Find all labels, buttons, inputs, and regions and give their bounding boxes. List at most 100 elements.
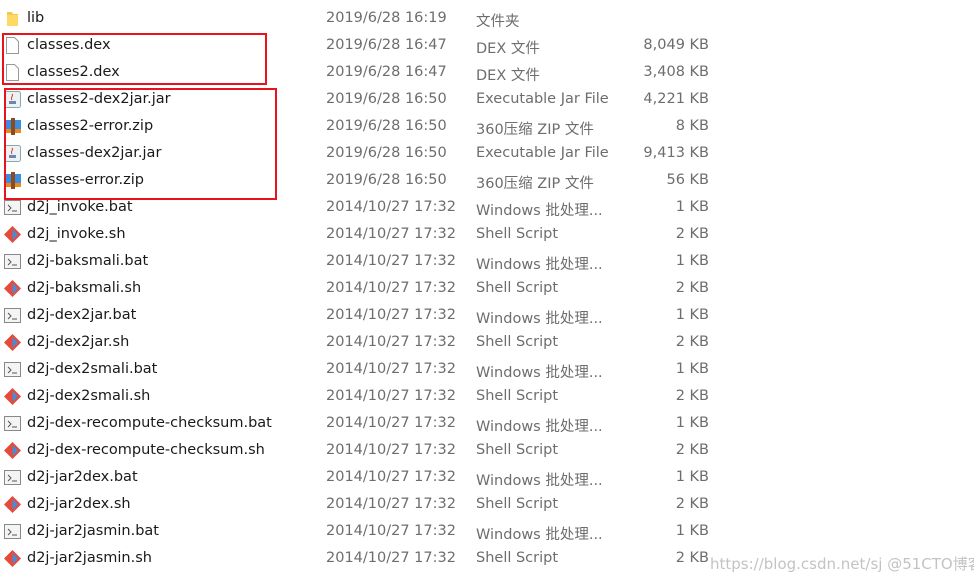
- file-size: 1 KB: [675, 415, 709, 431]
- file-row[interactable]: d2j-jar2dex.sh 2014/10/27 17:32 Shell Sc…: [0, 491, 974, 518]
- bat-icon: [4, 253, 21, 270]
- file-name: d2j-dex2jar.sh: [27, 334, 130, 350]
- file-date: 2014/10/27 17:32: [326, 226, 456, 242]
- file-name: d2j-dex-recompute-checksum.sh: [27, 442, 265, 458]
- sh-icon: [4, 334, 21, 351]
- file-size: 8,049 KB: [643, 37, 709, 53]
- file-row[interactable]: d2j-dex-recompute-checksum.sh 2014/10/27…: [0, 437, 974, 464]
- file-type: Shell Script: [476, 226, 559, 242]
- file-type: Executable Jar File: [476, 145, 609, 161]
- bat-icon: [4, 523, 21, 540]
- file-date: 2014/10/27 17:32: [326, 388, 456, 404]
- file-size: 3,408 KB: [643, 64, 709, 80]
- bat-icon: [4, 361, 21, 378]
- sh-icon: [4, 442, 21, 459]
- file-type: Shell Script: [476, 388, 559, 404]
- file-type: Executable Jar File: [476, 91, 609, 107]
- file-date: 2014/10/27 17:32: [326, 550, 456, 566]
- file-type: Shell Script: [476, 442, 559, 458]
- sh-icon: [4, 280, 21, 297]
- file-row[interactable]: d2j-dex2smali.bat 2014/10/27 17:32 Windo…: [0, 356, 974, 383]
- file-name: d2j-jar2jasmin.bat: [27, 523, 159, 539]
- bat-icon: [4, 415, 21, 432]
- file-date: 2014/10/27 17:32: [326, 253, 456, 269]
- file-type: Windows 批处理...: [476, 203, 603, 219]
- file-size: 2 KB: [675, 496, 709, 512]
- file-date: 2014/10/27 17:32: [326, 415, 456, 431]
- file-name: d2j-dex2smali.sh: [27, 388, 151, 404]
- file-date: 2014/10/27 17:32: [326, 523, 456, 539]
- file-type: Shell Script: [476, 550, 559, 566]
- file-size: 2 KB: [675, 388, 709, 404]
- file-name: d2j-dex-recompute-checksum.bat: [27, 415, 272, 431]
- file-row[interactable]: d2j_invoke.sh 2014/10/27 17:32 Shell Scr…: [0, 221, 974, 248]
- file-type: DEX 文件: [476, 68, 540, 84]
- file-date: 2014/10/27 17:32: [326, 469, 456, 485]
- file-size: 56 KB: [666, 172, 709, 188]
- file-date: 2014/10/27 17:32: [326, 199, 456, 215]
- file-date: 2019/6/28 16:50: [326, 172, 447, 188]
- file-size: 2 KB: [675, 280, 709, 296]
- folder-icon: [4, 10, 21, 27]
- file-row[interactable]: d2j-jar2dex.bat 2014/10/27 17:32 Windows…: [0, 464, 974, 491]
- file-row[interactable]: d2j-baksmali.sh 2014/10/27 17:32 Shell S…: [0, 275, 974, 302]
- file-name: d2j-dex2jar.bat: [27, 307, 137, 323]
- file-name: d2j-dex2smali.bat: [27, 361, 158, 377]
- file-type: DEX 文件: [476, 41, 540, 57]
- file-date: 2019/6/28 16:19: [326, 10, 447, 26]
- file-type: Shell Script: [476, 496, 559, 512]
- sh-icon: [4, 226, 21, 243]
- watermark: https://blog.csdn.net/sj @51CTO博客: [710, 555, 974, 573]
- file-date: 2019/6/28 16:50: [326, 91, 447, 107]
- file-size: 1 KB: [675, 307, 709, 323]
- file-row[interactable]: d2j-dex-recompute-checksum.bat 2014/10/2…: [0, 410, 974, 437]
- file-size: 1 KB: [675, 523, 709, 539]
- file-size: 1 KB: [675, 199, 709, 215]
- file-type: Windows 批处理...: [476, 527, 603, 543]
- file-type: Windows 批处理...: [476, 311, 603, 327]
- file-size: 1 KB: [675, 253, 709, 269]
- file-row[interactable]: d2j-dex2jar.sh 2014/10/27 17:32 Shell Sc…: [0, 329, 974, 356]
- file-row[interactable]: d2j-dex2smali.sh 2014/10/27 17:32 Shell …: [0, 383, 974, 410]
- file-name: d2j_invoke.bat: [27, 199, 133, 215]
- file-name: d2j-baksmali.sh: [27, 280, 142, 296]
- file-date: 2014/10/27 17:32: [326, 442, 456, 458]
- file-name: lib: [27, 10, 45, 26]
- file-row[interactable]: d2j-dex2jar.bat 2014/10/27 17:32 Windows…: [0, 302, 974, 329]
- file-date: 2014/10/27 17:32: [326, 361, 456, 377]
- file-row[interactable]: lib 2019/6/28 16:19 文件夹: [0, 5, 974, 32]
- file-date: 2014/10/27 17:32: [326, 334, 456, 350]
- file-name: d2j_invoke.sh: [27, 226, 126, 242]
- sh-icon: [4, 550, 21, 567]
- file-date: 2019/6/28 16:50: [326, 145, 447, 161]
- highlight-box-dex: [2, 33, 267, 85]
- file-size: 2 KB: [675, 226, 709, 242]
- file-row[interactable]: d2j-baksmali.bat 2014/10/27 17:32 Window…: [0, 248, 974, 275]
- file-row[interactable]: d2j-jar2jasmin.bat 2014/10/27 17:32 Wind…: [0, 518, 974, 545]
- file-name: d2j-jar2dex.bat: [27, 469, 138, 485]
- file-size: 2 KB: [675, 334, 709, 350]
- file-type: Windows 批处理...: [476, 365, 603, 381]
- file-type: 360压缩 ZIP 文件: [476, 122, 594, 138]
- file-type: 文件夹: [476, 14, 520, 30]
- file-name: d2j-baksmali.bat: [27, 253, 149, 269]
- file-type: Windows 批处理...: [476, 473, 603, 489]
- file-name: d2j-jar2dex.sh: [27, 496, 131, 512]
- file-date: 2014/10/27 17:32: [326, 496, 456, 512]
- file-date: 2014/10/27 17:32: [326, 280, 456, 296]
- file-type: Windows 批处理...: [476, 257, 603, 273]
- file-date: 2019/6/28 16:47: [326, 37, 447, 53]
- file-date: 2014/10/27 17:32: [326, 307, 456, 323]
- file-size: 8 KB: [675, 118, 709, 134]
- sh-icon: [4, 388, 21, 405]
- file-type: Shell Script: [476, 334, 559, 350]
- file-size: 9,413 KB: [643, 145, 709, 161]
- file-type: 360压缩 ZIP 文件: [476, 176, 594, 192]
- file-size: 4,221 KB: [643, 91, 709, 107]
- file-date: 2019/6/28 16:50: [326, 118, 447, 134]
- bat-icon: [4, 469, 21, 486]
- file-size: 1 KB: [675, 469, 709, 485]
- bat-icon: [4, 199, 21, 216]
- file-name: d2j-jar2jasmin.sh: [27, 550, 152, 566]
- highlight-box-outputs: [4, 88, 277, 200]
